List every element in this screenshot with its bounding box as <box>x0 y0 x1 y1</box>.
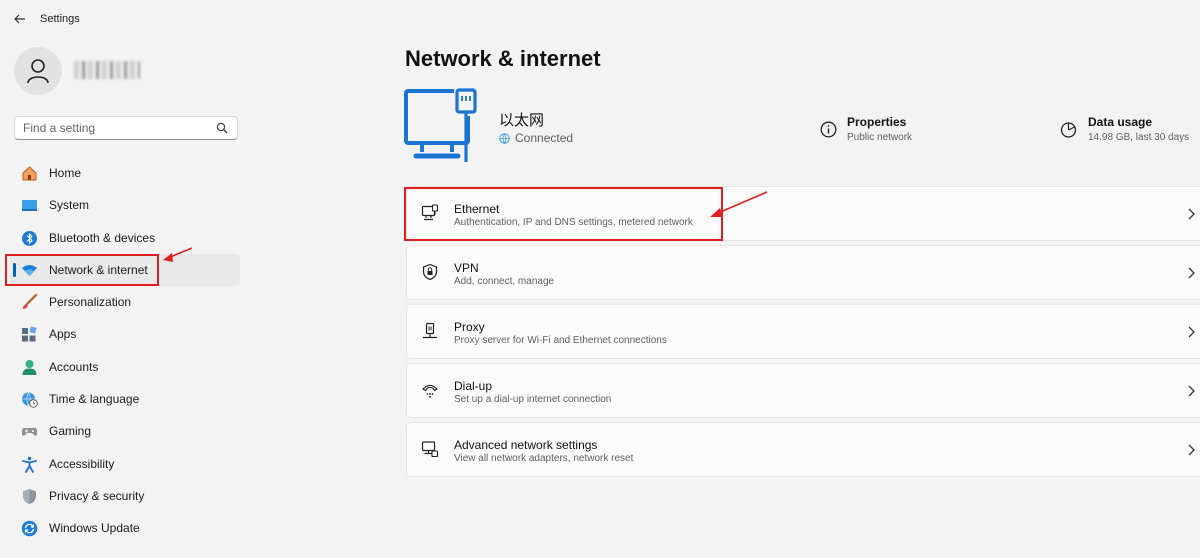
proxy-icon <box>421 322 439 340</box>
card-dialup[interactable]: Dial-up Set up a dial-up internet connec… <box>406 363 1200 418</box>
user-card[interactable] <box>14 47 244 97</box>
ethernet-icon <box>421 204 439 222</box>
data-usage-pie-icon <box>1060 122 1077 138</box>
shield-icon <box>21 488 38 505</box>
page-title: Network & internet <box>405 46 601 71</box>
card-proxy[interactable]: Proxy Proxy server for Wi-Fi and Etherne… <box>406 304 1200 359</box>
properties-title: Properties <box>847 115 907 129</box>
card-title: Ethernet <box>454 202 500 216</box>
sidebar: Home System Bluetooth & devices Network … <box>0 38 250 558</box>
sidebar-item-windows-update[interactable]: Windows Update <box>10 512 240 544</box>
properties-subtitle: Public network <box>847 132 913 143</box>
settings-card-list: Ethernet Authentication, IP and DNS sett… <box>406 186 1200 481</box>
app-title: Settings <box>40 13 80 25</box>
card-title: Proxy <box>454 320 485 334</box>
data-usage-title: Data usage <box>1088 115 1153 129</box>
card-subtitle: Authentication, IP and DNS settings, met… <box>454 217 693 228</box>
search-input[interactable] <box>15 117 205 139</box>
sidebar-item-network[interactable]: Network & internet <box>10 253 240 286</box>
brush-icon <box>21 294 38 311</box>
properties-link[interactable]: Properties Public network <box>820 115 980 149</box>
avatar <box>14 47 62 95</box>
ethernet-computer-icon <box>404 88 477 162</box>
advanced-network-icon <box>421 440 439 458</box>
system-icon <box>21 197 38 214</box>
card-title: Advanced network settings <box>454 438 598 452</box>
person-icon <box>21 359 38 376</box>
sidebar-item-bluetooth[interactable]: Bluetooth & devices <box>10 222 240 254</box>
sidebar-item-home[interactable]: Home <box>10 157 240 189</box>
update-icon <box>21 520 38 537</box>
sidebar-item-system[interactable]: System <box>10 189 240 221</box>
info-icon <box>820 121 837 138</box>
sidebar-item-personalization[interactable]: Personalization <box>10 286 240 318</box>
title-bar: Settings <box>0 0 1200 38</box>
dialup-icon <box>421 381 439 399</box>
home-icon <box>21 165 38 182</box>
search-box[interactable] <box>14 116 238 140</box>
card-ethernet[interactable]: Ethernet Authentication, IP and DNS sett… <box>406 186 1200 241</box>
chevron-right-icon <box>1188 444 1195 456</box>
sidebar-item-accessibility[interactable]: Accessibility <box>10 448 240 480</box>
card-subtitle: View all network adapters, network reset <box>454 453 634 464</box>
sidebar-item-privacy[interactable]: Privacy & security <box>10 480 240 512</box>
connection-name: 以太网 <box>499 112 545 129</box>
card-title: VPN <box>454 261 479 275</box>
vpn-shield-icon <box>421 263 439 281</box>
accessibility-icon <box>21 456 38 473</box>
back-arrow-icon <box>14 14 25 24</box>
card-subtitle: Add, connect, manage <box>454 276 555 287</box>
globe-icon <box>499 132 510 144</box>
back-button[interactable] <box>10 9 30 29</box>
card-advanced-network[interactable]: Advanced network settings View all netwo… <box>406 422 1200 477</box>
chevron-right-icon <box>1188 385 1195 397</box>
connection-status-label: Connected <box>515 131 574 145</box>
apps-icon <box>21 326 38 343</box>
card-title: Dial-up <box>454 379 493 393</box>
active-indicator <box>13 262 16 277</box>
data-usage-link[interactable]: Data usage 14.98 GB, last 30 days <box>1060 115 1200 149</box>
data-usage-subtitle: 14.98 GB, last 30 days <box>1088 132 1190 143</box>
chevron-right-icon <box>1188 208 1195 220</box>
search-icon[interactable] <box>216 122 228 134</box>
user-name-redacted <box>74 61 140 79</box>
connection-status: Connected <box>499 131 573 145</box>
sidebar-item-gaming[interactable]: Gaming <box>10 415 240 447</box>
person-icon <box>27 59 49 84</box>
globe-clock-icon <box>21 391 38 408</box>
card-vpn[interactable]: VPN Add, connect, manage <box>406 245 1200 300</box>
sidebar-item-accounts[interactable]: Accounts <box>10 351 240 383</box>
sidebar-nav: Home System Bluetooth & devices Network … <box>10 157 240 545</box>
sidebar-item-time-language[interactable]: Time & language <box>10 383 240 415</box>
card-subtitle: Proxy server for Wi-Fi and Ethernet conn… <box>454 335 667 346</box>
wifi-icon <box>21 262 38 279</box>
bluetooth-icon <box>21 230 38 247</box>
sidebar-item-apps[interactable]: Apps <box>10 318 240 350</box>
chevron-right-icon <box>1188 267 1195 279</box>
gamepad-icon <box>21 423 38 440</box>
card-subtitle: Set up a dial-up internet connection <box>454 394 612 405</box>
chevron-right-icon <box>1188 326 1195 338</box>
